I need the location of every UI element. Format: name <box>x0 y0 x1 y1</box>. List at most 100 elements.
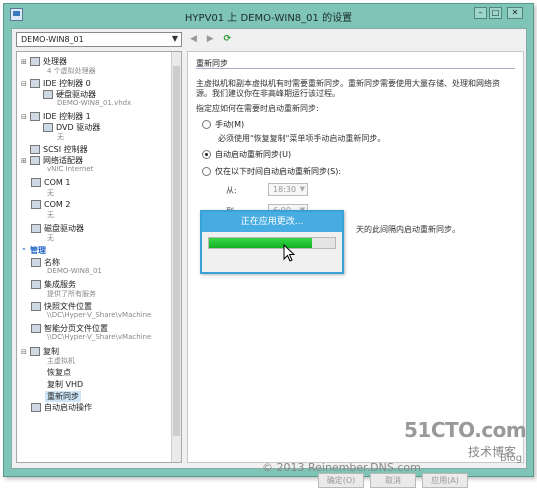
tree-item-sub: 无 <box>47 189 54 197</box>
autostart-icon <box>31 403 41 412</box>
from-time-value: 18:30 <box>273 185 297 194</box>
ide-controller-icon <box>30 112 40 121</box>
nav-buttons: ◀ ▶ ⟳ <box>190 34 238 46</box>
scsi-controller-icon <box>30 145 40 154</box>
blog-watermark: Blog <box>500 453 523 464</box>
maximize-button[interactable]: □ <box>489 7 502 19</box>
replication-icon <box>30 347 40 356</box>
copyright-watermark: © 2013 Reinember.DNS.com <box>262 461 421 474</box>
floppy-drive-icon <box>31 224 41 233</box>
radio-manual[interactable]: 手动(M) <box>202 119 244 130</box>
integration-services-icon <box>31 280 41 289</box>
progress-bar <box>208 237 336 249</box>
chevron-down-icon: ▼ <box>299 185 305 193</box>
from-label: 从: <box>226 186 237 195</box>
radio-label: 仅在以下时间自动启动重新同步(S): <box>215 167 342 176</box>
radio-label: 自动启动重新同步(U) <box>215 150 292 159</box>
radio-scheduled[interactable]: 仅在以下时间自动启动重新同步(S): <box>202 166 341 177</box>
tree-item-sub: 无 <box>57 133 64 141</box>
tree-item-sub: vNIC Internet <box>47 165 94 173</box>
apply-button[interactable]: 应用(A) <box>422 473 468 488</box>
tree-item-label: 快照文件位置 <box>44 302 92 311</box>
tree-item-sub: \\DC\Hyper-V_Share\vMachine <box>47 311 152 319</box>
scrollbar-thumb[interactable] <box>173 66 180 436</box>
settings-tree: ⊞ 处理器 4 个虚拟处理器 ⊟ IDE 控制器 0 硬盘驱动器 DEMO-WIN8… <box>16 51 182 463</box>
tree-item-label: 自动启动操作 <box>44 403 92 412</box>
progress-dialog: 正在应用更改... <box>200 210 344 274</box>
ok-button[interactable]: 确定(O) <box>318 473 364 488</box>
tree-item-label: 硬盘驱动器 <box>56 90 96 99</box>
snapshot-icon <box>31 302 41 311</box>
tree-item-ide1[interactable]: ⊟ IDE 控制器 1 <box>21 111 91 122</box>
paging-file-icon <box>31 324 41 333</box>
tree-item-label: SCSI 控制器 <box>43 145 88 154</box>
tree-scrollbar[interactable] <box>171 52 181 462</box>
tree-item-sub: 主虚拟机 <box>47 357 75 365</box>
settings-window: HYPV01 上 DEMO-WIN8_01 的设置 – □ ✕ DEMO-WIN… <box>3 3 534 488</box>
tree-item-recovery[interactable]: 恢复点 <box>47 367 71 378</box>
tree-item-label: COM 2 <box>44 200 71 209</box>
close-button[interactable]: ✕ <box>507 7 523 19</box>
mouse-cursor-icon <box>283 244 295 262</box>
resync-prompt: 指定应如何在需要时启动重新同步: <box>196 104 319 113</box>
tree-item-replvhd[interactable]: 复制 VHD <box>47 379 83 390</box>
tree-item-label: 磁盘驱动器 <box>44 224 84 233</box>
processor-icon <box>30 57 40 66</box>
tree-item-label: 集成服务 <box>44 280 76 289</box>
window-title: HYPV01 上 DEMO-WIN8_01 的设置 <box>184 13 353 24</box>
tree-item-sub: 提供了所有服务 <box>47 290 96 298</box>
vm-selector[interactable]: DEMO-WIN8_01 ▼ <box>16 32 182 47</box>
tree-item-sub: 4 个虚拟处理器 <box>47 67 96 75</box>
tree-item-label: IDE 控制器 1 <box>43 112 91 121</box>
com-port-icon <box>31 178 41 187</box>
progress-dialog-title: 正在应用更改... <box>202 212 342 232</box>
radio-label: 手动(M) <box>215 120 245 129</box>
tree-item-sub: 无 <box>47 211 54 219</box>
vm-selector-value: DEMO-WIN8_01 <box>21 35 84 44</box>
title-bar[interactable]: HYPV01 上 DEMO-WIN8_01 的设置 – □ ✕ <box>4 4 533 26</box>
progress-fill <box>209 238 313 248</box>
radio-auto[interactable]: 自动启动重新同步(U) <box>202 149 291 160</box>
tree-item-scsi[interactable]: SCSI 控制器 <box>21 144 88 155</box>
tree-item-autostart[interactable]: 自动启动操作 <box>31 402 92 413</box>
tree-item-sub: DEMO-WIN8_01 <box>47 267 102 275</box>
minimize-button[interactable]: – <box>474 7 487 19</box>
tree-item-sub: 无 <box>47 234 54 242</box>
from-time-picker[interactable]: 18:30 ▼ <box>268 183 308 196</box>
tree-item-dvd[interactable]: DVD 驱动器 <box>43 122 100 133</box>
network-adapter-icon <box>30 156 40 165</box>
tree-item-ide0[interactable]: ⊟ IDE 控制器 0 <box>21 78 91 89</box>
heading-divider <box>196 68 515 69</box>
tree-item-label: 复制 <box>43 347 59 356</box>
tree-item-resync[interactable]: 重新同步 <box>45 391 81 402</box>
tree-item-label: COM 1 <box>44 178 71 187</box>
tree-item-sub: DEMO-WIN8_01.vhdx <box>57 99 132 107</box>
com-port-icon <box>31 200 41 209</box>
refresh-icon[interactable]: ⟳ <box>224 34 232 44</box>
forward-arrow-icon[interactable]: ▶ <box>207 34 214 44</box>
resync-description: 主虚拟机和副本虚拟机有时需要重新同步。重新同步需要使用大量存储、处理和网络资源。… <box>196 79 500 98</box>
chevron-down-icon: ▼ <box>171 34 178 43</box>
brand-watermark: 51CTO.com <box>404 418 527 442</box>
tree-item-label: 网络适配器 <box>43 156 83 165</box>
dvd-icon <box>43 123 53 132</box>
cancel-button[interactable]: 取消 <box>370 473 416 488</box>
section-label: 管理 <box>30 246 46 255</box>
tree-item-label: DVD 驱动器 <box>56 123 101 132</box>
name-icon <box>31 258 41 267</box>
tree-item-label: 处理器 <box>43 57 67 66</box>
radio-button[interactable] <box>202 120 211 129</box>
back-arrow-icon[interactable]: ◀ <box>190 34 197 44</box>
tree-item-label: 智能分页文件位置 <box>44 324 108 333</box>
radio-button[interactable] <box>202 167 211 176</box>
tree-item-sub: \\DC\Hyper-V_Share\vMachine <box>47 333 152 341</box>
schedule-hint: 天的此间隔内启动重新同步。 <box>356 225 460 234</box>
tree-item-label: 名称 <box>44 258 60 267</box>
tree-item-label: IDE 控制器 0 <box>43 79 91 88</box>
hard-disk-icon <box>43 90 53 99</box>
tree-item-floppy[interactable]: 磁盘驱动器 <box>31 223 84 234</box>
radio-button-selected[interactable] <box>202 150 211 159</box>
section-management[interactable]: ⌃ 管理 <box>21 245 46 256</box>
ide-controller-icon <box>30 79 40 88</box>
manual-hint: 必须使用"恢复复制"菜单项手动启动重新同步。 <box>218 134 386 143</box>
